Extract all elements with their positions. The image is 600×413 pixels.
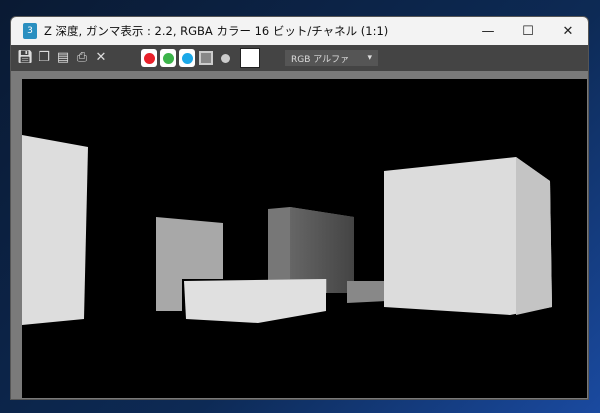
clone-window-icon[interactable]: ▤ [55, 50, 71, 66]
chevron-down-icon: ▾ [367, 53, 372, 63]
print-icon[interactable]: ⎙ [74, 50, 90, 66]
blue-channel-button[interactable] [179, 49, 195, 67]
monochrome-button[interactable] [217, 50, 233, 66]
clear-icon[interactable]: ✕ [93, 50, 109, 66]
close-button[interactable]: ✕ [548, 24, 588, 39]
background-color-swatch[interactable] [240, 48, 260, 68]
green-channel-button[interactable] [160, 49, 176, 67]
maximize-button[interactable]: ☐ [508, 24, 548, 39]
box-left [22, 135, 88, 325]
channel-select[interactable]: RGB アルファ ▾ [285, 50, 378, 66]
render-canvas [22, 79, 587, 398]
render-window: 3 Z 深度, ガンマ表示 : 2.2, RGBA カラー 16 ビット/チャネ… [10, 16, 589, 400]
blue-dot-icon [181, 52, 193, 64]
toolbar: 💾︎ ❐ ▤ ⎙ ✕ RGB アルファ ▾ [11, 45, 588, 71]
red-dot-icon [143, 52, 155, 64]
rendered-scene [22, 135, 552, 325]
red-channel-button[interactable] [141, 49, 157, 67]
box-front [184, 279, 326, 323]
app-icon: 3 [23, 23, 37, 39]
box-right-side [516, 157, 552, 315]
window-title: Z 深度, ガンマ表示 : 2.2, RGBA カラー 16 ビット/チャネル … [44, 24, 389, 38]
render-frame [11, 71, 588, 399]
save-icon[interactable]: 💾︎ [17, 50, 34, 66]
copy-icon[interactable]: ❐ [36, 50, 52, 66]
alpha-channel-button[interactable] [198, 50, 214, 66]
box-small-right [347, 281, 387, 303]
title-bar: 3 Z 深度, ガンマ表示 : 2.2, RGBA カラー 16 ビット/チャネ… [11, 17, 588, 45]
minimize-button[interactable]: — [468, 24, 508, 39]
channel-select-value: RGB アルファ [291, 54, 350, 65]
green-dot-icon [162, 52, 174, 64]
